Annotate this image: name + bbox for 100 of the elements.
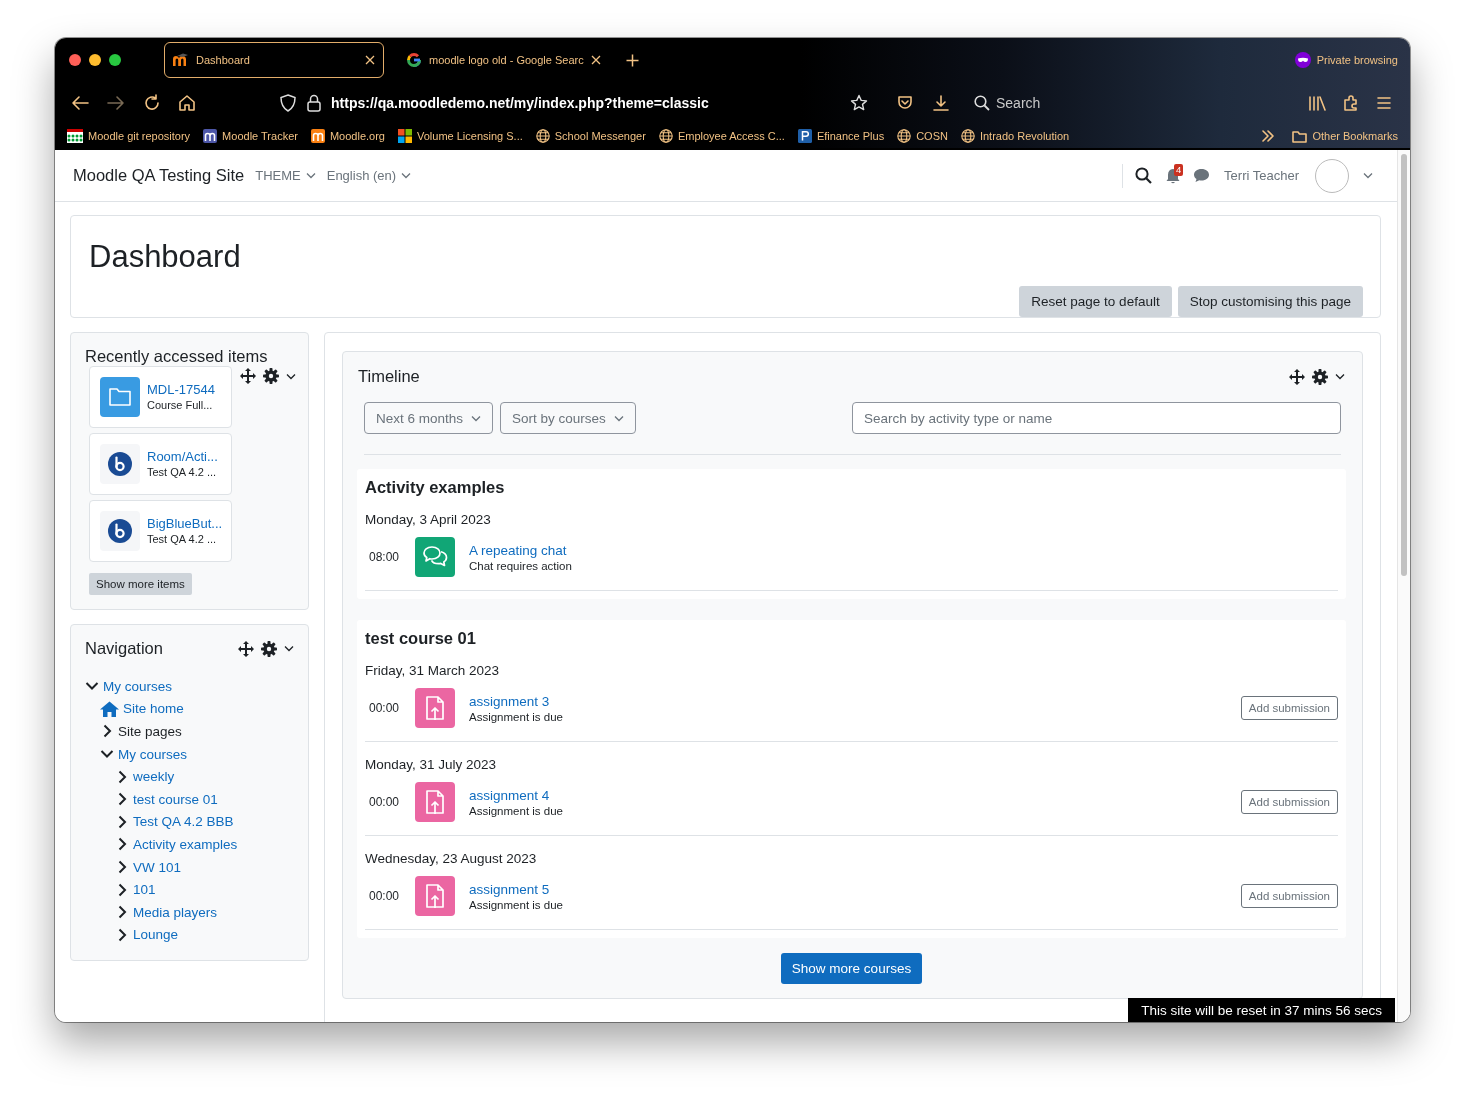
settings-icon[interactable]	[263, 368, 279, 384]
settings-icon[interactable]	[1312, 368, 1328, 385]
tree-item[interactable]: test course 01	[133, 791, 218, 807]
minimize-window-button[interactable]	[89, 54, 101, 66]
event-link[interactable]: A repeating chat	[469, 542, 572, 558]
chevron-down-icon[interactable]	[100, 749, 114, 760]
tree-item[interactable]: Activity examples	[133, 836, 238, 852]
browser-tab[interactable]: moodle logo old - Google Searc	[397, 42, 610, 78]
chevron-right-icon[interactable]	[117, 814, 127, 829]
bookmark[interactable]: Volume Licensing S...	[397, 129, 523, 143]
other-bookmarks[interactable]: Other Bookmarks	[1292, 129, 1398, 143]
bookmark[interactable]: COSN	[897, 129, 948, 143]
shield-icon[interactable]	[280, 94, 296, 112]
bookmark[interactable]: Moodle git repository	[67, 129, 191, 143]
library-icon[interactable]	[1308, 95, 1326, 111]
move-icon[interactable]	[1289, 368, 1305, 385]
bookmark[interactable]: School Messenger	[535, 129, 646, 143]
item-link[interactable]: Room/Acti...	[147, 448, 218, 465]
search-icon[interactable]	[1135, 167, 1153, 184]
chevron-right-icon[interactable]	[117, 769, 127, 784]
add-submission-button[interactable]: Add submission	[1240, 696, 1338, 720]
pocket-icon[interactable]	[897, 95, 913, 111]
add-submission-button[interactable]: Add submission	[1240, 790, 1338, 814]
move-icon[interactable]	[238, 640, 254, 657]
globe-icon[interactable]	[535, 129, 550, 143]
globe-icon[interactable]	[897, 129, 912, 143]
tree-item[interactable]: My courses	[103, 678, 173, 694]
close-icon[interactable]	[365, 55, 375, 65]
filter-dropdown[interactable]: Sort by courses	[500, 402, 636, 434]
chevron-right-icon[interactable]	[102, 724, 112, 739]
moodle-tracker-icon[interactable]	[203, 129, 218, 143]
tree-item[interactable]: My courses	[118, 746, 188, 762]
lock-icon[interactable]	[307, 94, 321, 112]
forward-icon[interactable]	[107, 95, 125, 111]
dropdown-menu[interactable]: English (en)	[326, 168, 412, 183]
search-icon[interactable]	[974, 95, 990, 111]
address-bar[interactable]: https://qa.moodledemo.net/my/index.php?theme=classic	[331, 95, 850, 111]
tree-item[interactable]: VW 101	[133, 859, 182, 875]
scrollbar[interactable]	[1397, 150, 1410, 1022]
globe-icon[interactable]	[960, 129, 975, 143]
maximize-window-button[interactable]	[109, 54, 121, 66]
header-button[interactable]: Reset page to default	[1019, 286, 1172, 317]
bookmark[interactable]: Moodle Tracker	[203, 129, 298, 143]
chevron-double-icon[interactable]	[1261, 130, 1276, 142]
menu-icon[interactable]	[1377, 97, 1391, 109]
chevron-right-icon[interactable]	[117, 860, 127, 875]
home-icon[interactable]	[178, 94, 196, 112]
close-window-button[interactable]	[69, 54, 81, 66]
settings-icon[interactable]	[261, 640, 277, 657]
filter-dropdown[interactable]: Next 6 months	[364, 402, 494, 434]
user-name[interactable]: Terri Teacher	[1224, 168, 1299, 183]
search-field[interactable]: Search by activity type or name	[852, 402, 1341, 434]
add-submission-button[interactable]: Add submission	[1240, 884, 1338, 908]
p-logo-icon[interactable]	[797, 129, 812, 143]
show-more-courses-button[interactable]: Show more courses	[780, 953, 923, 984]
show-more-button[interactable]: Show more items	[89, 573, 192, 595]
moodle-icon[interactable]	[310, 129, 325, 143]
back-icon[interactable]	[71, 95, 89, 111]
item-link[interactable]: MDL-17544	[147, 381, 215, 398]
bookmark[interactable]: Intrado Revolution	[960, 129, 1070, 143]
close-icon[interactable]	[590, 55, 601, 65]
tree-item[interactable]: Site pages	[118, 724, 182, 739]
caret-icon	[284, 645, 294, 652]
chevron-right-icon[interactable]	[117, 792, 127, 807]
tree-item[interactable]: Test QA 4.2 BBB	[133, 814, 234, 830]
tree-item[interactable]: weekly	[133, 769, 175, 785]
star-icon[interactable]	[850, 94, 868, 112]
chevron-right-icon[interactable]	[117, 837, 127, 852]
chat-icon[interactable]	[1193, 168, 1211, 183]
header-button[interactable]: Stop customising this page	[1177, 286, 1363, 317]
site-name[interactable]: Moodle QA Testing Site	[73, 166, 245, 185]
bookmark[interactable]: Moodle.org	[310, 129, 385, 143]
browser-tab[interactable]: Dashboard	[164, 42, 384, 78]
event-link[interactable]: assignment 5	[469, 881, 563, 897]
download-icon[interactable]	[933, 95, 949, 111]
recent-item-card[interactable]: MDL-17544 Course Full...	[89, 366, 232, 428]
reload-icon[interactable]	[143, 94, 161, 112]
extensions-icon[interactable]	[1343, 95, 1359, 111]
globe-icon[interactable]	[658, 129, 673, 143]
search-field[interactable]: Search	[996, 95, 1041, 111]
chevron-right-icon[interactable]	[117, 882, 127, 897]
move-icon[interactable]	[240, 368, 256, 384]
chevron-right-icon[interactable]	[117, 905, 127, 920]
event-link[interactable]: assignment 4	[469, 787, 563, 803]
event-link[interactable]: assignment 3	[469, 693, 563, 709]
bookmark[interactable]: Efinance Plus	[797, 129, 885, 143]
windows-icon[interactable]	[397, 129, 412, 143]
grid-icon[interactable]	[67, 129, 83, 143]
recent-item-card[interactable]: Room/Acti... Test QA 4.2 ...	[89, 433, 232, 495]
item-link[interactable]: BigBlueBut...	[147, 515, 221, 532]
bookmark[interactable]: Employee Access C...	[658, 129, 785, 143]
dropdown-menu[interactable]: THEME	[255, 168, 316, 183]
tree-item[interactable]: Media players	[133, 904, 218, 920]
tree-item[interactable]: Site home	[123, 701, 184, 717]
recent-item-card[interactable]: BigBlueBut... Test QA 4.2 ...	[89, 500, 232, 562]
tree-item[interactable]: Lounge	[133, 927, 179, 943]
chevron-down-icon[interactable]	[85, 681, 99, 692]
chevron-right-icon[interactable]	[117, 927, 127, 942]
new-tab-icon[interactable]	[625, 53, 639, 67]
tree-item[interactable]: 101	[133, 882, 156, 898]
